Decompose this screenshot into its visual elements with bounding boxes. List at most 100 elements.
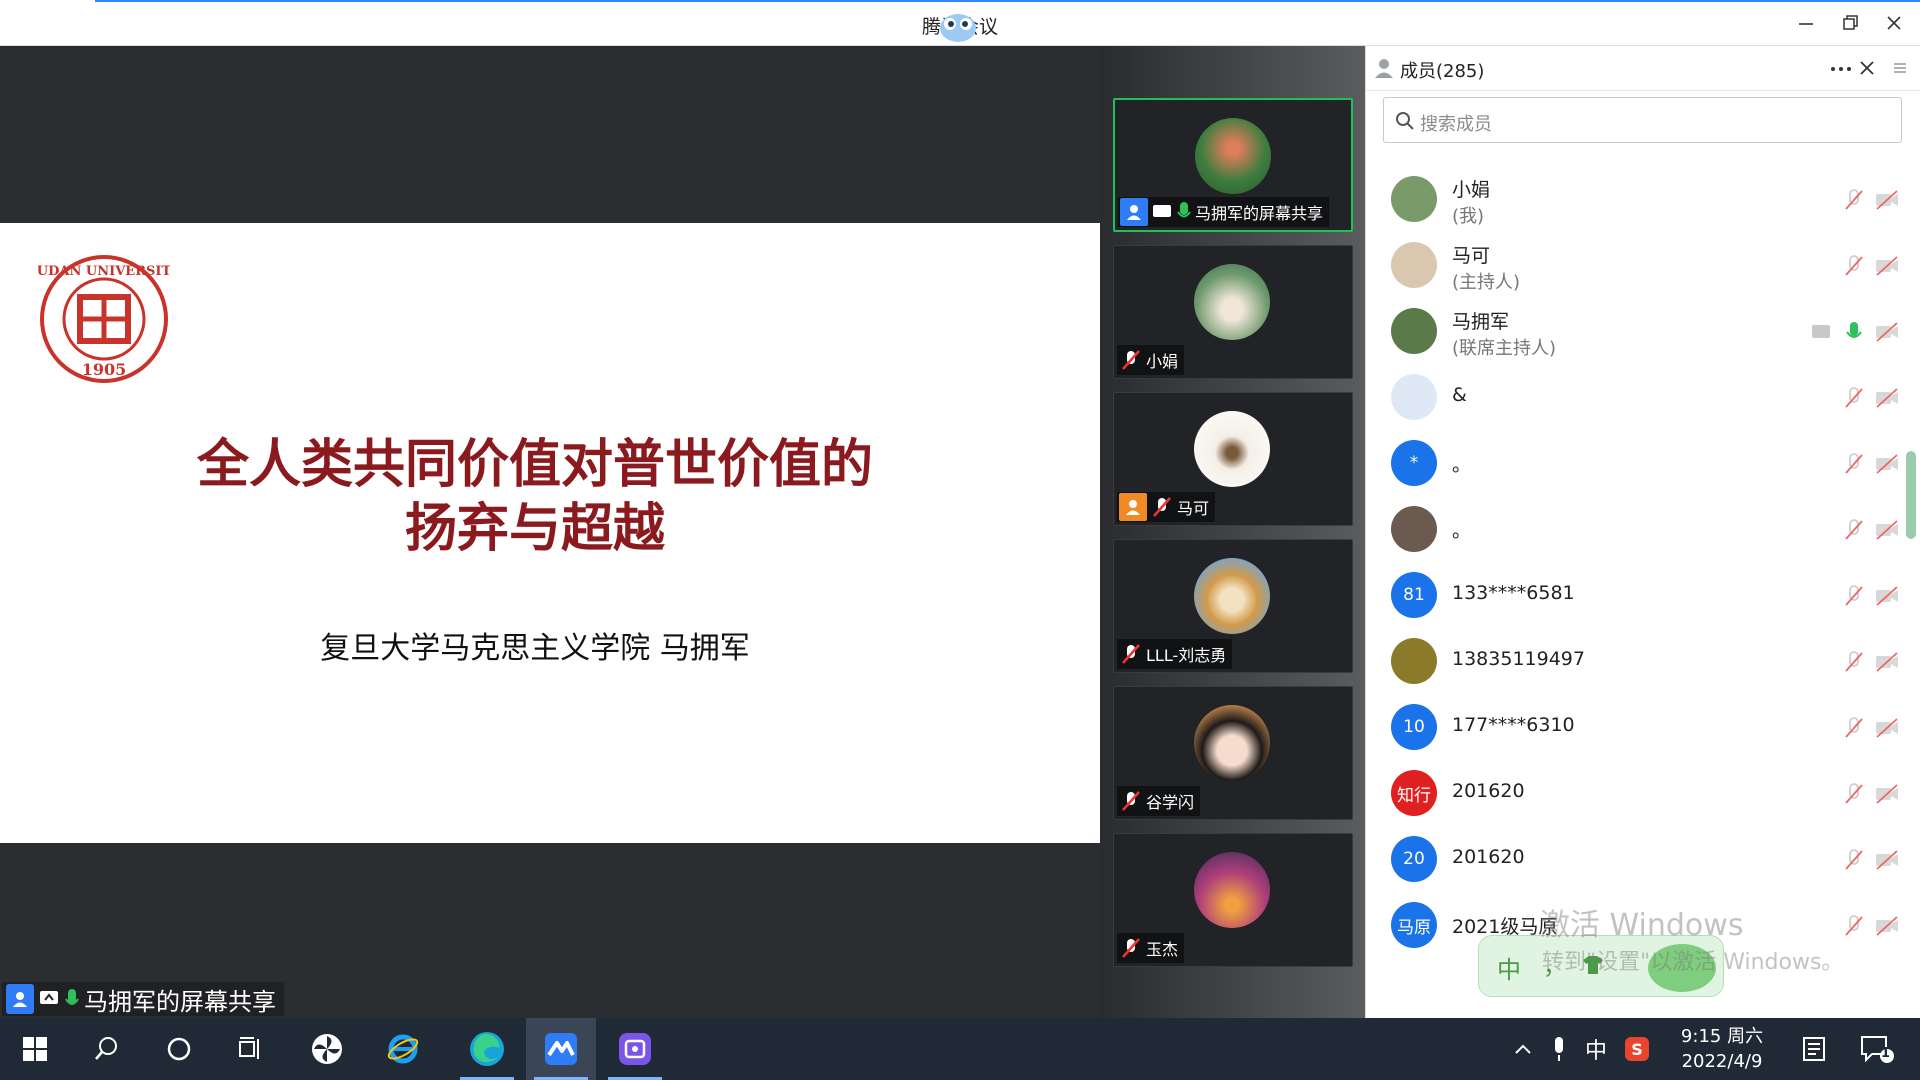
video-tile[interactable]: 玉杰 bbox=[1113, 833, 1353, 967]
video-name: 玉杰 bbox=[1146, 940, 1179, 959]
video-label: LLL-刘志勇 bbox=[1117, 639, 1233, 669]
video-label: 玉杰 bbox=[1117, 933, 1185, 963]
camera-off-icon[interactable] bbox=[1874, 254, 1898, 278]
video-name: 谷学闪 bbox=[1146, 793, 1195, 812]
cortana-button[interactable] bbox=[144, 1018, 214, 1080]
search-input[interactable]: 搜索成员 bbox=[1383, 97, 1902, 143]
taskbar-clock[interactable]: 9:15 周六 2022/4/9 bbox=[1662, 1024, 1782, 1074]
mic-off-icon[interactable] bbox=[1842, 254, 1866, 278]
video-label: 小娟 bbox=[1117, 345, 1185, 375]
camera-off-icon[interactable] bbox=[1874, 584, 1898, 608]
task-view-button[interactable] bbox=[216, 1018, 286, 1080]
mic-off-icon[interactable] bbox=[1842, 650, 1866, 674]
mic-off-icon[interactable] bbox=[1842, 518, 1866, 542]
member-row[interactable]: 马可 (主持人) bbox=[1366, 232, 1906, 298]
video-tile[interactable]: LLL-刘志勇 bbox=[1113, 539, 1353, 673]
watermark-line-2: 转到"设置"以激活 Windows。 bbox=[1542, 950, 1844, 975]
show-hidden-icons-button[interactable] bbox=[1508, 1018, 1538, 1080]
video-name: 马拥军的屏幕共享 bbox=[1195, 204, 1324, 223]
mic-off-icon bbox=[1122, 791, 1140, 811]
headline-line-1: 全人类共同价值对普世价值的 bbox=[196, 435, 873, 495]
camera-off-icon[interactable] bbox=[1874, 848, 1898, 872]
shared-screen: FUDAN UNIVERSITY 1905 全人类共同价值对普世价值的 扬弃与超… bbox=[0, 46, 1100, 1018]
member-row[interactable]: 13835119497 bbox=[1366, 628, 1906, 694]
video-label: 谷学闪 bbox=[1117, 786, 1201, 816]
member-row[interactable]: & bbox=[1366, 364, 1906, 430]
camera-off-icon[interactable] bbox=[1874, 386, 1898, 410]
member-icon bbox=[1375, 59, 1393, 78]
notes-icon bbox=[1803, 1037, 1825, 1061]
task-view-icon bbox=[239, 1037, 259, 1059]
notification-count: 1 bbox=[1881, 1046, 1891, 1061]
member-row[interactable]: 马拥军 (联席主持人) bbox=[1366, 298, 1906, 364]
member-avatar: 10 bbox=[1391, 704, 1437, 750]
member-row[interactable]: 81 133****6581 bbox=[1366, 562, 1906, 628]
screen-share-icon bbox=[1153, 205, 1171, 217]
title-accent-line bbox=[95, 0, 1920, 2]
microphone-tray[interactable] bbox=[1544, 1018, 1574, 1080]
search-icon bbox=[1396, 112, 1414, 130]
member-row[interactable]: *。 bbox=[1366, 430, 1906, 496]
mic-off-icon[interactable] bbox=[1842, 782, 1866, 806]
restore-icon[interactable] bbox=[1830, 8, 1870, 38]
member-row[interactable]: 知行 201620 bbox=[1366, 760, 1906, 826]
member-name: & bbox=[1452, 384, 1467, 406]
member-avatar bbox=[1391, 308, 1437, 354]
start-button[interactable] bbox=[0, 1018, 70, 1080]
camera-off-icon[interactable] bbox=[1874, 188, 1898, 212]
camera-off-icon[interactable] bbox=[1874, 914, 1898, 938]
camera-off-icon[interactable] bbox=[1874, 320, 1898, 344]
screen-share-icon bbox=[1812, 325, 1830, 338]
windows-icon bbox=[23, 1037, 47, 1061]
camera-off-icon[interactable] bbox=[1874, 650, 1898, 674]
mic-off-icon[interactable] bbox=[1842, 914, 1866, 938]
mic-off-icon[interactable] bbox=[1842, 848, 1866, 872]
avatar bbox=[1194, 705, 1270, 781]
close-panel-icon[interactable] bbox=[1859, 60, 1875, 76]
member-row[interactable]: 小娟 (我) bbox=[1366, 166, 1906, 232]
mic-off-icon[interactable] bbox=[1842, 584, 1866, 608]
ime-indicator[interactable]: 中 bbox=[1580, 1018, 1612, 1080]
sogou-ime-tray[interactable]: S bbox=[1620, 1018, 1654, 1080]
camera-off-icon[interactable] bbox=[1874, 782, 1898, 806]
camera-off-icon[interactable] bbox=[1874, 518, 1898, 542]
video-tile[interactable]: 马可 bbox=[1113, 392, 1353, 526]
mic-on-icon[interactable] bbox=[1842, 320, 1866, 344]
taskbar-app-tencent-meeting[interactable] bbox=[526, 1018, 596, 1080]
tencent-meeting-icon bbox=[545, 1033, 577, 1065]
taskbar-app-ie[interactable] bbox=[368, 1018, 438, 1080]
video-tile[interactable]: 小娟 bbox=[1113, 245, 1353, 379]
camera-off-icon[interactable] bbox=[1874, 716, 1898, 740]
notes-tray[interactable] bbox=[1794, 1018, 1834, 1080]
search-button[interactable] bbox=[72, 1018, 142, 1080]
video-column: 马拥军的屏幕共享 小娟 马可 LLL-刘志勇 谷学闪 玉杰 bbox=[1100, 46, 1365, 1018]
screen-share-label: 马拥军的屏幕共享 bbox=[2, 982, 284, 1016]
member-avatar bbox=[1391, 506, 1437, 552]
member-row[interactable]: 20 201620 bbox=[1366, 826, 1906, 892]
taskbar-app-pinwheel[interactable] bbox=[292, 1018, 362, 1080]
avatar bbox=[1194, 264, 1270, 340]
taskbar-app-edge[interactable] bbox=[452, 1018, 522, 1080]
camera-off-icon[interactable] bbox=[1874, 452, 1898, 476]
video-tile[interactable]: 马拥军的屏幕共享 bbox=[1113, 98, 1353, 232]
member-row[interactable]: 。 bbox=[1366, 496, 1906, 562]
avatar bbox=[1194, 852, 1270, 928]
mic-off-icon[interactable] bbox=[1842, 386, 1866, 410]
mic-off-icon[interactable] bbox=[1842, 716, 1866, 740]
edge-icon bbox=[470, 1032, 504, 1066]
mic-off-icon[interactable] bbox=[1842, 188, 1866, 212]
svg-text:S: S bbox=[1631, 1040, 1643, 1059]
notification-center-button[interactable]: 1 bbox=[1852, 1018, 1902, 1080]
minimize-icon[interactable] bbox=[1786, 8, 1826, 38]
screen-recorder-icon bbox=[619, 1033, 651, 1065]
mic-off-icon[interactable] bbox=[1842, 452, 1866, 476]
member-avatar: 20 bbox=[1391, 836, 1437, 882]
taskbar-app-screen-recorder[interactable] bbox=[600, 1018, 670, 1080]
scrollbar[interactable] bbox=[1906, 451, 1916, 539]
member-row[interactable]: 10 177****6310 bbox=[1366, 694, 1906, 760]
menu-icon[interactable] bbox=[1892, 60, 1908, 76]
close-icon[interactable] bbox=[1874, 8, 1914, 38]
video-tile[interactable]: 谷学闪 bbox=[1113, 686, 1353, 820]
more-options-icon[interactable] bbox=[1830, 66, 1852, 72]
member-name: 马可 bbox=[1452, 245, 1491, 267]
